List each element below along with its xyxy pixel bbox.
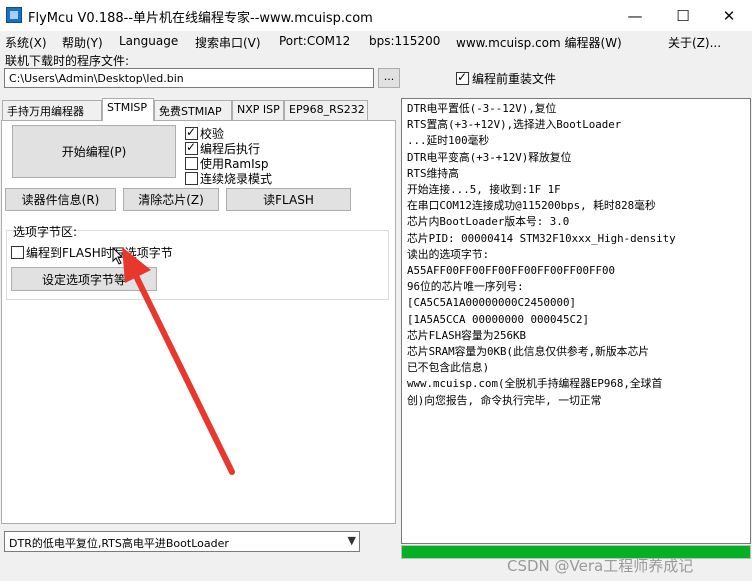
menu-help[interactable]: 帮助(Y)	[62, 34, 103, 51]
read-device-info-button[interactable]: 读器件信息(R)	[5, 188, 116, 211]
option-write-bytes[interactable]: 编程到FLASH时写选项字节	[11, 244, 173, 261]
log-line: 96位的芯片唯一序列号:	[407, 280, 524, 294]
log-line: 已不包含此信息)	[407, 361, 490, 375]
tab-stmisp[interactable]: STMISP	[102, 98, 154, 121]
log-line: 芯片PID: 00000414 STM32F10xxx_High-density	[407, 231, 676, 245]
menu-bps[interactable]: bps:115200	[369, 34, 440, 48]
log-line: A55AFF00FF00FF00FF00FF00FF00FF00	[407, 264, 616, 278]
tab-stmiap[interactable]: 免费STMIAP	[154, 100, 232, 120]
log-output[interactable]: DTR电平置低(-3--12V),复位 RTS置高(+3-+12V),选择进入B…	[401, 98, 751, 544]
menu-system[interactable]: 系统(X)	[5, 34, 47, 51]
log-line: 读出的选项字节:	[407, 247, 490, 261]
log-line: 创)向您报告, 命令执行完毕, 一切正常	[407, 393, 602, 407]
reload-before-program-option[interactable]: 编程前重装文件	[456, 70, 556, 87]
app-icon	[6, 7, 22, 23]
reset-mode-value: DTR的低电平复位,RTS高电平进BootLoader	[9, 537, 229, 550]
tab-ep968[interactable]: EP968_RS232	[284, 100, 368, 120]
minimize-icon[interactable]: —	[612, 0, 658, 31]
log-line: RTS置高(+3-+12V),选择进入BootLoader	[407, 118, 622, 132]
menu-search-port[interactable]: 搜索串口(V)	[195, 34, 261, 51]
file-path-input[interactable]: C:\Users\Admin\Desktop\led.bin	[4, 68, 374, 88]
menu-language[interactable]: Language	[119, 34, 178, 48]
reset-mode-select[interactable]: DTR的低电平复位,RTS高电平进BootLoader ▼	[4, 531, 360, 552]
menu-bar: 系统(X) 帮助(Y) Language 搜索串口(V) Port:COM12 …	[0, 31, 752, 53]
run-after-checkbox[interactable]	[185, 140, 198, 155]
verify-checkbox[interactable]	[185, 125, 198, 140]
log-line: www.mcuisp.com(全脱机手持编程器EP968,全球首	[407, 377, 663, 391]
tab-nxp-isp[interactable]: NXP ISP	[232, 100, 284, 120]
close-icon[interactable]: ✕	[706, 0, 752, 31]
log-line: [1A5A5CCA 00000000 000045C2]	[407, 312, 590, 326]
write-option-bytes-checkbox[interactable]	[11, 246, 24, 259]
continuous-checkbox[interactable]	[185, 172, 198, 185]
log-line: [CA5C5A1A00000000C2450000]	[407, 296, 577, 310]
ramisp-checkbox[interactable]	[185, 157, 198, 170]
chevron-down-icon[interactable]: ▼	[348, 534, 356, 547]
log-line: 在串口COM12连接成功@115200bps, 耗时828毫秒	[407, 199, 656, 213]
title-bar: FlyMcu V0.188--单片机在线编程专家--www.mcuisp.com…	[0, 0, 752, 31]
menu-port[interactable]: Port:COM12	[279, 34, 350, 48]
menu-programmer[interactable]: www.mcuisp.com 编程器(W)	[456, 34, 622, 51]
log-line: 芯片FLASH容量为256KB	[407, 328, 526, 342]
log-line: 芯片SRAM容量为0KB(此信息仅供参考,新版本芯片	[407, 345, 650, 359]
watermark: CSDN @Vera工程师养成记	[507, 557, 694, 575]
log-line: ...延时100毫秒	[407, 134, 490, 148]
file-label: 联机下载时的程序文件:	[5, 54, 130, 68]
log-line: 开始连接...5, 接收到:1F 1F	[407, 183, 561, 197]
log-line: DTR电平置低(-3--12V),复位	[407, 102, 557, 115]
window-title: FlyMcu V0.188--单片机在线编程专家--www.mcuisp.com	[28, 11, 373, 26]
option-continuous[interactable]: 连续烧录模式	[185, 170, 272, 187]
set-option-bytes-button[interactable]: 设定选项字节等	[11, 267, 157, 291]
log-line: RTS维持高	[407, 166, 459, 180]
reload-label: 编程前重装文件	[472, 72, 557, 86]
read-flash-button[interactable]: 读FLASH	[226, 188, 351, 211]
write-option-bytes-label: 编程到FLASH时写选项字节	[26, 246, 173, 260]
menu-about[interactable]: 关于(Z)...	[668, 34, 721, 51]
maximize-icon[interactable]: ☐	[660, 0, 706, 31]
option-bytes-label: 选项字节区:	[13, 225, 78, 239]
log-line: 芯片内BootLoader版本号: 3.0	[407, 215, 570, 229]
browse-button[interactable]: ...	[378, 68, 400, 88]
reload-checkbox[interactable]	[456, 70, 469, 85]
tab-handheld[interactable]: 手持万用编程器	[2, 100, 102, 120]
continuous-label: 连续烧录模式	[200, 172, 273, 186]
log-line: DTR电平变高(+3-+12V)释放复位	[407, 150, 572, 164]
start-program-button[interactable]: 开始编程(P)	[12, 125, 176, 178]
erase-chip-button[interactable]: 清除芯片(Z)	[123, 188, 219, 211]
